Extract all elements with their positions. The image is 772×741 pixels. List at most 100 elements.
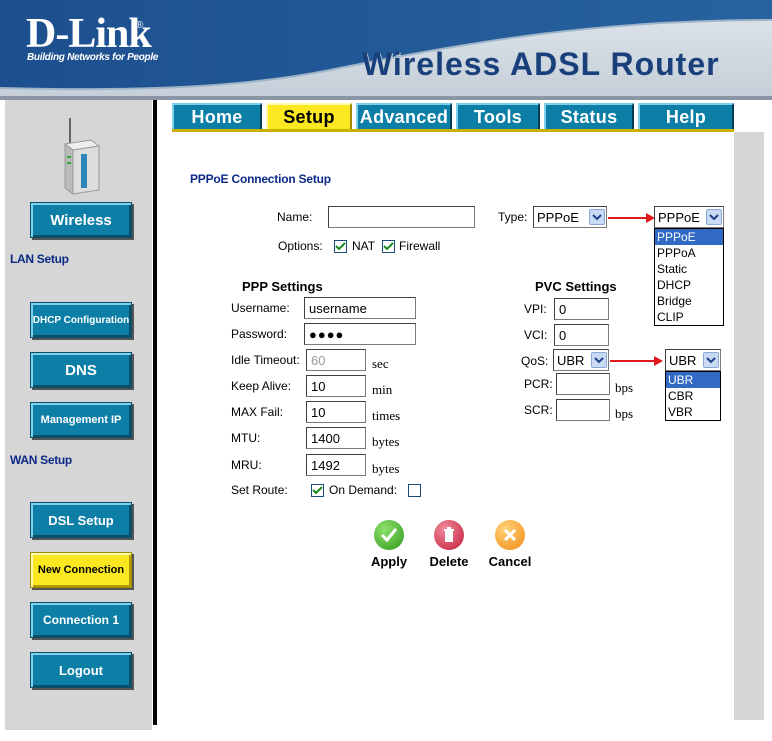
- type-option[interactable]: PPPoE: [655, 229, 723, 245]
- router-device-icon: [63, 118, 101, 195]
- pcr-unit: bps: [615, 380, 634, 395]
- connection-1-button[interactable]: Connection 1: [30, 602, 132, 638]
- cancel-button[interactable]: Cancel: [484, 520, 536, 569]
- lan-setup-label: LAN Setup: [10, 252, 69, 266]
- password-label: Password:: [231, 327, 288, 341]
- type-option[interactable]: Static: [655, 261, 723, 277]
- qos-select-value: UBR: [557, 352, 585, 368]
- chevron-down-icon[interactable]: [706, 209, 722, 225]
- set-route-label: Set Route:: [231, 483, 288, 497]
- tab-tools[interactable]: Tools: [456, 103, 540, 130]
- tab-status[interactable]: Status: [544, 103, 634, 130]
- mtu-label: MTU:: [231, 431, 261, 445]
- scr-unit: bps: [615, 406, 634, 421]
- qos-expanded-value: UBR: [669, 352, 697, 368]
- red-arrow-icon: [610, 356, 663, 366]
- management-ip-button[interactable]: Management IP: [30, 402, 132, 438]
- type-expanded-value: PPPoE: [658, 209, 700, 225]
- mru-label: MRU:: [231, 458, 262, 472]
- main-tabs: Home Setup Advanced Tools Status Help: [172, 103, 734, 131]
- type-select-expanded[interactable]: PPPoE: [654, 206, 724, 228]
- dsl-setup-button[interactable]: DSL Setup: [30, 502, 132, 538]
- tab-setup[interactable]: Setup: [266, 103, 352, 130]
- right-gutter: [734, 132, 764, 722]
- apply-button[interactable]: Apply: [364, 520, 414, 569]
- mru-input[interactable]: 1492: [306, 454, 366, 476]
- type-option[interactable]: CLIP: [655, 309, 723, 325]
- product-title: Wireless ADSL Router: [362, 46, 720, 82]
- qos-option[interactable]: VBR: [666, 404, 720, 420]
- checkmark-icon: [374, 520, 404, 550]
- mtu-unit: bytes: [372, 434, 400, 449]
- firewall-checkbox[interactable]: [382, 240, 395, 253]
- chevron-down-icon[interactable]: [703, 352, 719, 368]
- username-label: Username:: [231, 301, 290, 315]
- qos-option[interactable]: UBR: [666, 372, 720, 388]
- red-arrow-icon: [608, 213, 655, 223]
- type-select-value: PPPoE: [537, 209, 579, 225]
- dns-button[interactable]: DNS: [30, 352, 132, 388]
- type-option[interactable]: Bridge: [655, 293, 723, 309]
- firewall-label: Firewall: [399, 239, 441, 253]
- keep-alive-label: Keep Alive:: [231, 379, 292, 393]
- on-demand-label: On Demand:: [329, 483, 398, 497]
- registered-mark: ®: [136, 20, 144, 31]
- dlink-logo: D-Link: [26, 11, 152, 57]
- chevron-down-icon[interactable]: [589, 209, 605, 225]
- page-title: PPPoE Connection Setup: [190, 172, 331, 186]
- wireless-button[interactable]: Wireless: [30, 202, 132, 238]
- sidebar-divider: [153, 100, 157, 725]
- apply-label: Apply: [370, 554, 408, 569]
- on-demand-checkbox[interactable]: [408, 484, 421, 497]
- tab-help[interactable]: Help: [638, 103, 734, 130]
- delete-button[interactable]: Delete: [423, 520, 475, 569]
- ppp-settings-title: PPP Settings: [242, 279, 323, 294]
- pcr-input[interactable]: [556, 373, 610, 395]
- logout-button[interactable]: Logout: [30, 652, 132, 688]
- set-route-checkbox[interactable]: [311, 484, 324, 497]
- idle-timeout-input[interactable]: 60: [306, 349, 366, 371]
- scr-label: SCR:: [524, 403, 553, 417]
- bottom-margin: [157, 720, 764, 741]
- tab-advanced[interactable]: Advanced: [356, 103, 452, 130]
- qos-option[interactable]: CBR: [666, 388, 720, 404]
- username-input[interactable]: username: [304, 297, 416, 319]
- nat-checkbox[interactable]: [334, 240, 347, 253]
- type-label: Type:: [498, 210, 528, 224]
- trash-icon: [434, 520, 464, 550]
- type-options-list[interactable]: PPPoE PPPoA Static DHCP Bridge CLIP: [654, 228, 724, 326]
- vci-input[interactable]: 0: [554, 324, 609, 346]
- keep-alive-unit: min: [372, 382, 393, 397]
- type-option[interactable]: DHCP: [655, 277, 723, 293]
- name-input[interactable]: [328, 206, 475, 228]
- max-fail-unit: times: [372, 408, 401, 423]
- type-option[interactable]: PPPoA: [655, 245, 723, 261]
- qos-select-expanded[interactable]: UBR: [665, 349, 721, 371]
- idle-timeout-label: Idle Timeout:: [231, 353, 300, 367]
- qos-options-list[interactable]: UBR CBR VBR: [665, 371, 721, 421]
- name-label: Name:: [277, 210, 313, 224]
- idle-timeout-unit: sec: [372, 356, 389, 371]
- logo-tagline: Building Networks for People: [27, 52, 159, 63]
- dhcp-configuration-button[interactable]: DHCP Configuration: [30, 302, 132, 338]
- pvc-settings-title: PVC Settings: [535, 279, 617, 294]
- scr-input[interactable]: [556, 399, 610, 421]
- new-connection-button[interactable]: New Connection: [30, 552, 132, 588]
- max-fail-input[interactable]: 10: [306, 401, 366, 423]
- vpi-label: VPI:: [524, 302, 547, 316]
- mtu-input[interactable]: 1400: [306, 427, 366, 449]
- setup-panel: PPPoE Connection Setup Name: Type: PPPoE…: [172, 132, 734, 720]
- type-select[interactable]: PPPoE: [533, 206, 607, 228]
- tab-home[interactable]: Home: [172, 103, 262, 130]
- vpi-input[interactable]: 0: [554, 298, 609, 320]
- qos-label: QoS:: [521, 354, 549, 368]
- keep-alive-input[interactable]: 10: [306, 375, 366, 397]
- vci-label: VCI:: [524, 328, 548, 342]
- chevron-down-icon[interactable]: [591, 352, 607, 368]
- password-input[interactable]: ●●●●: [304, 323, 416, 345]
- sidebar: Wireless LAN Setup DHCP Configuration DN…: [5, 100, 152, 730]
- pcr-label: PCR:: [524, 377, 553, 391]
- max-fail-label: MAX Fail:: [231, 405, 284, 419]
- qos-select[interactable]: UBR: [553, 349, 609, 371]
- options-label: Options:: [278, 239, 323, 253]
